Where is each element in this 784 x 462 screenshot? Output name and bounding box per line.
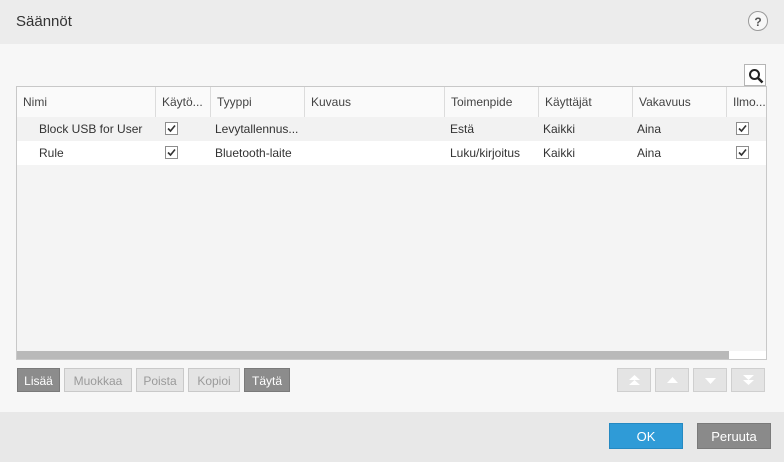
column-header-type[interactable]: Tyyppi xyxy=(211,87,305,117)
move-down-button[interactable] xyxy=(693,368,727,392)
move-up-button[interactable] xyxy=(655,368,689,392)
populate-button[interactable]: Täytä xyxy=(244,368,290,392)
edit-button[interactable]: Muokkaa xyxy=(64,368,132,392)
column-header-action[interactable]: Toimenpide xyxy=(445,87,539,117)
column-header-description[interactable]: Kuvaus xyxy=(305,87,445,117)
notify-checkbox[interactable] xyxy=(736,122,749,135)
column-header-notify[interactable]: Ilmo... xyxy=(727,87,766,117)
column-header-severity[interactable]: Vakavuus xyxy=(633,87,727,117)
cell-users: Kaikki xyxy=(543,122,576,136)
check-icon xyxy=(167,148,176,157)
enabled-checkbox[interactable] xyxy=(165,146,178,159)
table-header: Nimi Käytö... Tyyppi Kuvaus Toimenpide K… xyxy=(17,87,766,118)
cell-name: Rule xyxy=(39,146,64,160)
move-top-button[interactable] xyxy=(617,368,651,392)
enabled-checkbox[interactable] xyxy=(165,122,178,135)
table-row[interactable]: Rule Bluetooth-laite Luku/kirjoitus Kaik… xyxy=(17,141,766,165)
rules-table: Nimi Käytö... Tyyppi Kuvaus Toimenpide K… xyxy=(16,86,767,360)
move-bottom-button[interactable] xyxy=(731,368,765,392)
ok-button[interactable]: OK xyxy=(609,423,683,449)
dialog-title: Säännöt xyxy=(16,13,72,30)
cell-action: Estä xyxy=(450,122,475,136)
move-top-icon xyxy=(629,375,640,385)
cancel-button[interactable]: Peruuta xyxy=(697,423,771,449)
cell-severity: Aina xyxy=(637,146,662,160)
dialog-titlebar: Säännöt ? xyxy=(0,0,784,44)
column-header-enabled[interactable]: Käytö... xyxy=(156,87,211,117)
column-header-name[interactable]: Nimi xyxy=(17,87,156,117)
check-icon xyxy=(738,124,747,133)
add-button[interactable]: Lisää xyxy=(17,368,60,392)
move-down-icon xyxy=(705,378,716,384)
table-row[interactable]: Block USB for User Levytallennus... Estä… xyxy=(17,117,766,141)
delete-button[interactable]: Poista xyxy=(136,368,184,392)
move-bottom-icon xyxy=(743,375,754,385)
horizontal-scrollbar[interactable] xyxy=(17,351,729,359)
notify-checkbox[interactable] xyxy=(736,146,749,159)
search-icon xyxy=(749,69,764,84)
check-icon xyxy=(167,124,176,133)
cell-name: Block USB for User xyxy=(39,122,143,136)
table-empty-area xyxy=(17,165,766,351)
cell-severity: Aina xyxy=(637,122,662,136)
cell-type: Bluetooth-laite xyxy=(215,146,292,160)
cell-action: Luku/kirjoitus xyxy=(450,146,521,160)
column-header-users[interactable]: Käyttäjät xyxy=(539,87,633,117)
cell-type: Levytallennus... xyxy=(215,122,299,136)
copy-button[interactable]: Kopioi xyxy=(188,368,240,392)
cell-users: Kaikki xyxy=(543,146,576,160)
search-button[interactable] xyxy=(744,64,766,86)
cell-description xyxy=(305,117,445,141)
help-icon[interactable]: ? xyxy=(748,11,768,31)
cell-description xyxy=(305,141,445,165)
check-icon xyxy=(738,148,747,157)
move-up-icon xyxy=(667,377,678,383)
